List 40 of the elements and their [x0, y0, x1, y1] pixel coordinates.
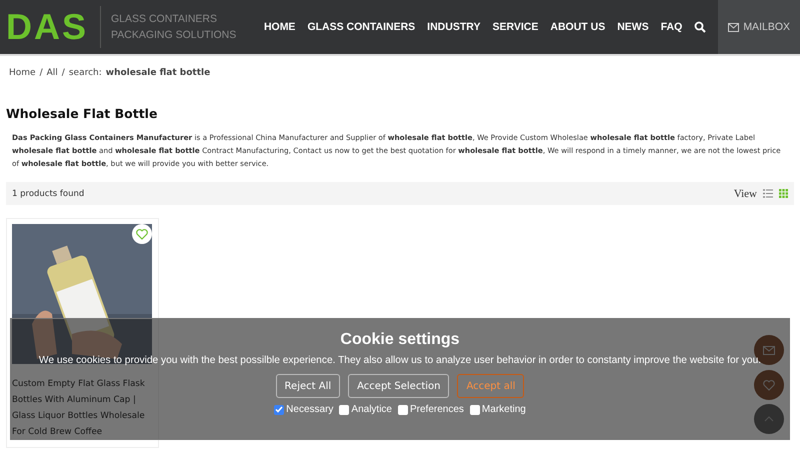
chevron-up-icon — [764, 416, 774, 422]
breadcrumb-separator: / — [40, 68, 43, 78]
mailbox-link[interactable]: MAILBOX — [718, 0, 800, 54]
envelope-icon — [763, 346, 775, 354]
list-view-icon[interactable] — [763, 189, 773, 198]
cookie-button[interactable]: Accept Selection — [348, 374, 450, 398]
nav-link[interactable]: HOME — [258, 21, 302, 33]
checkbox[interactable] — [470, 404, 480, 414]
checkbox[interactable] — [398, 404, 408, 414]
cookie-title: Cookie settings — [340, 331, 460, 349]
nav-link[interactable]: NEWS — [611, 21, 655, 33]
search-icon[interactable] — [694, 21, 706, 33]
page-title: Wholesale Flat Bottle — [6, 106, 158, 121]
cookie-button[interactable]: Reject All — [276, 374, 340, 398]
checkbox-label: Preferences — [410, 404, 464, 415]
tagline: GLASS CONTAINERS PACKAGING SOLUTIONS — [111, 12, 238, 43]
logo[interactable]: DAS — [6, 6, 102, 48]
envelope-icon — [728, 22, 740, 32]
breadcrumb-query: wholesale flat bottle — [106, 68, 210, 78]
checkbox[interactable] — [339, 404, 350, 414]
scroll-top-button[interactable] — [754, 404, 784, 434]
nav-link[interactable]: INDUSTRY — [421, 21, 486, 33]
checkbox-label: Necessary — [286, 404, 334, 415]
heart-float-button[interactable] — [754, 370, 784, 400]
product-title[interactable]: Custom Empty Flat Glass Flask Bottles With Aluminum Cap | Glass Liquor Bottles Wholesale For Cold Brew Coffee — [12, 376, 153, 440]
cookie-text: We use cookies to provide you with the best possilble experience. They also allow us to analyze user behavior in order to constanty improve the website for you. — [38, 355, 762, 366]
heart-icon — [763, 380, 775, 390]
nav-link[interactable]: FAQ — [654, 21, 688, 33]
breadcrumb-separator: / — [62, 68, 65, 78]
checkbox-label: Marketing — [482, 404, 526, 415]
results-count: 1 products found — [12, 188, 84, 198]
nav-link[interactable]: SERVICE — [486, 21, 544, 33]
breadcrumb-label: search: — [68, 68, 102, 78]
checkbox[interactable] — [274, 404, 284, 414]
breadcrumb-link[interactable]: All — [46, 68, 58, 78]
checkbox-label: Analytice — [351, 404, 392, 415]
breadcrumb-link[interactable]: Home — [9, 68, 36, 78]
view-label: View — [734, 188, 757, 200]
nav-link[interactable]: GLASS CONTAINERS — [301, 21, 422, 33]
nav-link[interactable]: ABOUT US — [544, 21, 612, 33]
